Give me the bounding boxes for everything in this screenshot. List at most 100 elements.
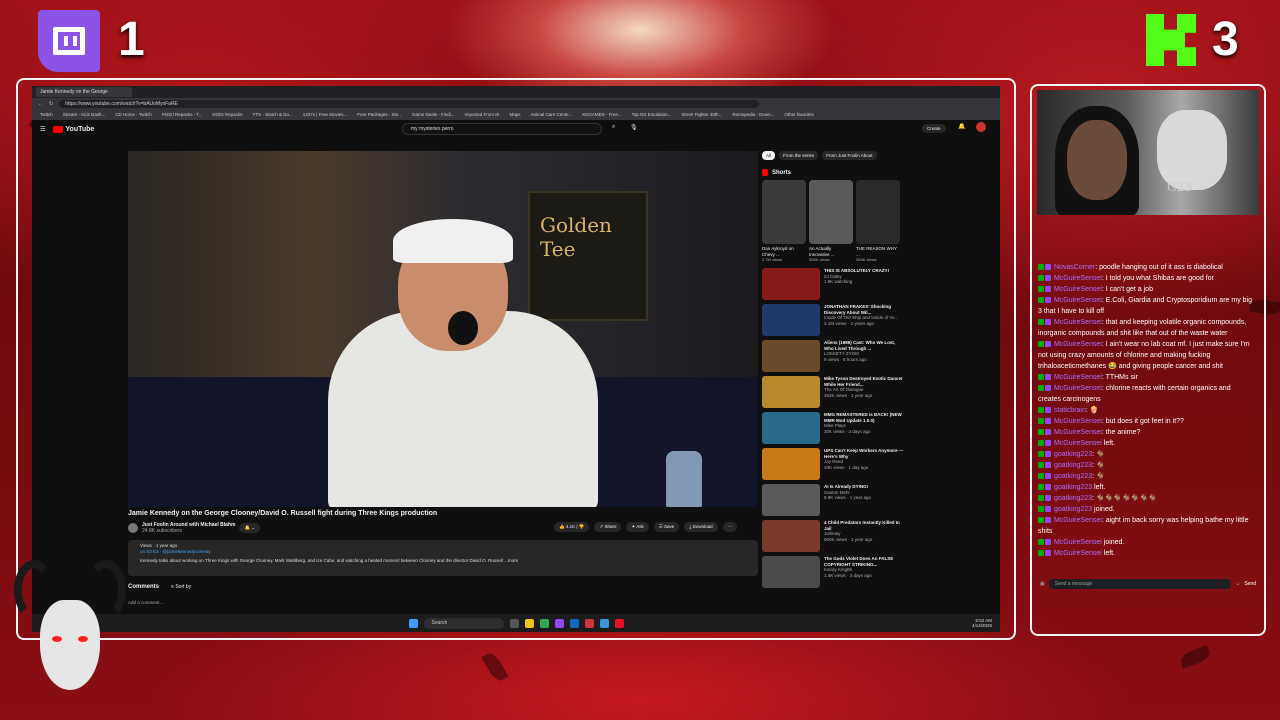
channel-avatar[interactable] xyxy=(128,523,138,533)
chat-username[interactable]: goatking223 xyxy=(1054,484,1092,491)
chat-username[interactable]: McGuireSensei xyxy=(1054,341,1102,348)
short-title[interactable]: Dan Aykroyd on Chevy ... xyxy=(762,246,806,257)
short-title[interactable]: An Actually Innovative ... xyxy=(809,246,853,257)
taskbar-search[interactable]: Search xyxy=(423,617,504,629)
chat-username[interactable]: NovasCorner xyxy=(1054,264,1095,271)
app-icon[interactable] xyxy=(614,618,624,628)
filter-chip[interactable]: All xyxy=(762,151,776,160)
chat-username[interactable]: McGuireSensei xyxy=(1054,539,1102,546)
video-thumbnail[interactable] xyxy=(762,340,820,372)
save-button[interactable]: ☰ Save xyxy=(653,522,680,532)
video-thumbnail[interactable] xyxy=(762,268,820,300)
chrome-icon[interactable] xyxy=(539,618,549,628)
share-button[interactable]: ↗ Share xyxy=(594,522,622,532)
bookmark-item[interactable]: Twitch xyxy=(40,112,53,117)
chat-username[interactable]: McGuireSensei xyxy=(1054,385,1102,392)
bell-icon[interactable]: 🔔 xyxy=(958,123,965,130)
filter-chip[interactable]: From the series xyxy=(779,151,819,160)
bookmark-item[interactable]: DODI Repacks xyxy=(212,112,242,117)
sort-button[interactable]: ≡ Sort by xyxy=(171,584,191,590)
bookmark-item[interactable]: Imported From IE xyxy=(465,112,500,117)
app-icon[interactable] xyxy=(584,618,594,628)
video-item-title[interactable]: JONATHAN FRAKES' Shocking Discovery Abou… xyxy=(824,304,904,315)
short-thumbnail[interactable] xyxy=(856,180,900,244)
browser-tab[interactable]: Jamie Kennedy on the George xyxy=(36,87,132,97)
chat-username[interactable]: McGuireSensei xyxy=(1054,550,1102,557)
chat-username[interactable]: McGuireSensei xyxy=(1054,374,1102,381)
mic-icon[interactable]: 🎙 xyxy=(630,124,638,131)
chat-username[interactable]: goatking223 xyxy=(1054,451,1092,458)
system-tray[interactable]: 6:52 AM 4/14/2025 xyxy=(972,618,992,628)
search-input[interactable]: my mysteries perro xyxy=(402,123,602,135)
file-explorer-icon[interactable] xyxy=(524,618,534,628)
recommended-video[interactable]: AI Is Already DYING! Gaston Mehl 8.9K view… xyxy=(762,484,1000,516)
bookmark-item[interactable]: Game Deals - Findi... xyxy=(412,112,455,117)
bookmark-item[interactable]: Free Packages - Ste... xyxy=(357,112,402,117)
chat-settings-icon[interactable]: ▣ xyxy=(1040,581,1045,587)
video-thumbnail[interactable] xyxy=(762,448,820,480)
recommended-video[interactable]: Aliens (1986) Cast: Who We Lost, Who Liv… xyxy=(762,340,1000,372)
recommended-video[interactable]: MMG REMASTERED is BACK! (NEW MMR Mod Upd… xyxy=(762,412,1000,444)
download-button[interactable]: ⤓ Download xyxy=(684,522,718,532)
video-thumbnail[interactable] xyxy=(762,412,820,444)
bookmark-item[interactable]: Romspedia - Down... xyxy=(732,112,774,117)
windows-start-icon[interactable] xyxy=(408,618,418,628)
chat-username[interactable]: McGuireSensei xyxy=(1054,418,1102,425)
video-item-channel[interactable]: Inside Of The Ship and Inside of Yo... xyxy=(824,315,904,321)
recommended-video[interactable]: UPS Can't Keep Workers Anymore — Here's … xyxy=(762,448,1000,480)
chat-username[interactable]: McGuireSensei xyxy=(1054,319,1102,326)
chat-username[interactable]: goatking223 xyxy=(1054,495,1092,502)
video-player[interactable]: Golden Tee xyxy=(128,151,758,507)
chat-username[interactable]: staticbrain xyxy=(1054,407,1086,414)
short-thumbnail[interactable] xyxy=(762,180,806,244)
filter-chip[interactable]: From Just Foolin About xyxy=(822,151,877,160)
youtube-logo[interactable]: YouTube xyxy=(53,125,94,133)
chat-username[interactable]: McGuireSensei xyxy=(1054,297,1102,304)
short-item[interactable]: Dan Aykroyd on Chevy ... 2.7M views xyxy=(762,180,806,262)
recommended-video[interactable]: THIS IS ABSOLUTELY CRAZY! ZJ Daley 1.9K wa… xyxy=(762,268,1000,300)
video-thumbnail[interactable] xyxy=(762,304,820,336)
taskview-icon[interactable] xyxy=(509,618,519,628)
bookmark-item[interactable]: 1337x | Free Movies... xyxy=(303,112,347,117)
video-item-title[interactable]: MMG REMASTERED is BACK! (NEW MMR Mod Upd… xyxy=(824,412,904,423)
short-item[interactable]: THE REASON WHY ... 364K views xyxy=(856,180,900,262)
recommended-video[interactable]: Mike Tyson Destroyed Exotic Dancer While… xyxy=(762,376,1000,408)
video-item-title[interactable]: Aliens (1986) Cast: Who We Lost, Who Liv… xyxy=(824,340,904,351)
twitch-app-icon[interactable] xyxy=(554,618,564,628)
like-button[interactable]: 👍 4.1K | 👎 xyxy=(554,522,590,532)
chat-username[interactable]: McGuireSensei xyxy=(1054,286,1102,293)
bookmark-item[interactable]: Animal Care Cente... xyxy=(531,112,573,117)
video-thumbnail[interactable] xyxy=(762,520,820,552)
short-thumbnail[interactable] xyxy=(809,180,853,244)
address-bar[interactable]: https://www.youtube.com/watch?v=bAUoMyxF… xyxy=(59,99,760,108)
bookmark-item[interactable]: Street Fighter 30th... xyxy=(681,112,722,117)
emote-icon[interactable]: ☺ xyxy=(1235,581,1240,587)
menu-icon[interactable]: ☰ xyxy=(40,126,45,133)
bookmark-item[interactable]: Other favorites xyxy=(784,112,814,117)
chat-username[interactable]: McGuireSensei xyxy=(1054,517,1102,524)
send-button[interactable]: Send xyxy=(1244,581,1256,587)
back-icon[interactable]: ← xyxy=(38,101,43,107)
bookmark-item[interactable]: FitGirl Repacks - T... xyxy=(162,112,203,117)
ask-button[interactable]: ✦ Ask xyxy=(626,522,649,532)
video-thumbnail[interactable] xyxy=(762,484,820,516)
video-item-title[interactable]: 4 Child Predators Instantly Killed In Ja… xyxy=(824,520,904,531)
bookmark-item[interactable]: Stream - Kick Dash... xyxy=(63,112,106,117)
bookmark-item[interactable]: KKGAMES - Free... xyxy=(582,112,621,117)
bookmark-item[interactable]: CD Home - Twitch xyxy=(115,112,151,117)
video-thumbnail[interactable] xyxy=(762,376,820,408)
video-item-title[interactable]: The Gods Violet Does An FALSE COPYRIGHT … xyxy=(824,556,904,567)
create-button[interactable]: Create xyxy=(922,124,946,133)
chat-input[interactable]: Send a message xyxy=(1048,579,1232,589)
chat-username[interactable]: goatking223 xyxy=(1054,473,1092,480)
subscribed-bell-icon[interactable]: 🔔 ⌄ xyxy=(239,523,261,533)
avatar[interactable] xyxy=(976,122,986,132)
chat-username[interactable]: goatking223 xyxy=(1054,462,1092,469)
recommended-video[interactable]: The Gods Violet Does An FALSE COPYRIGHT … xyxy=(762,556,1000,588)
more-icon[interactable]: ⋯ xyxy=(722,522,738,532)
edge-icon[interactable] xyxy=(569,618,579,628)
recommended-video[interactable]: 4 Child Predators Instantly Killed In Ja… xyxy=(762,520,1000,552)
recommended-video[interactable]: JONATHAN FRAKES' Shocking Discovery Abou… xyxy=(762,304,1000,336)
video-thumbnail[interactable] xyxy=(762,556,820,588)
short-title[interactable]: THE REASON WHY ... xyxy=(856,246,900,257)
